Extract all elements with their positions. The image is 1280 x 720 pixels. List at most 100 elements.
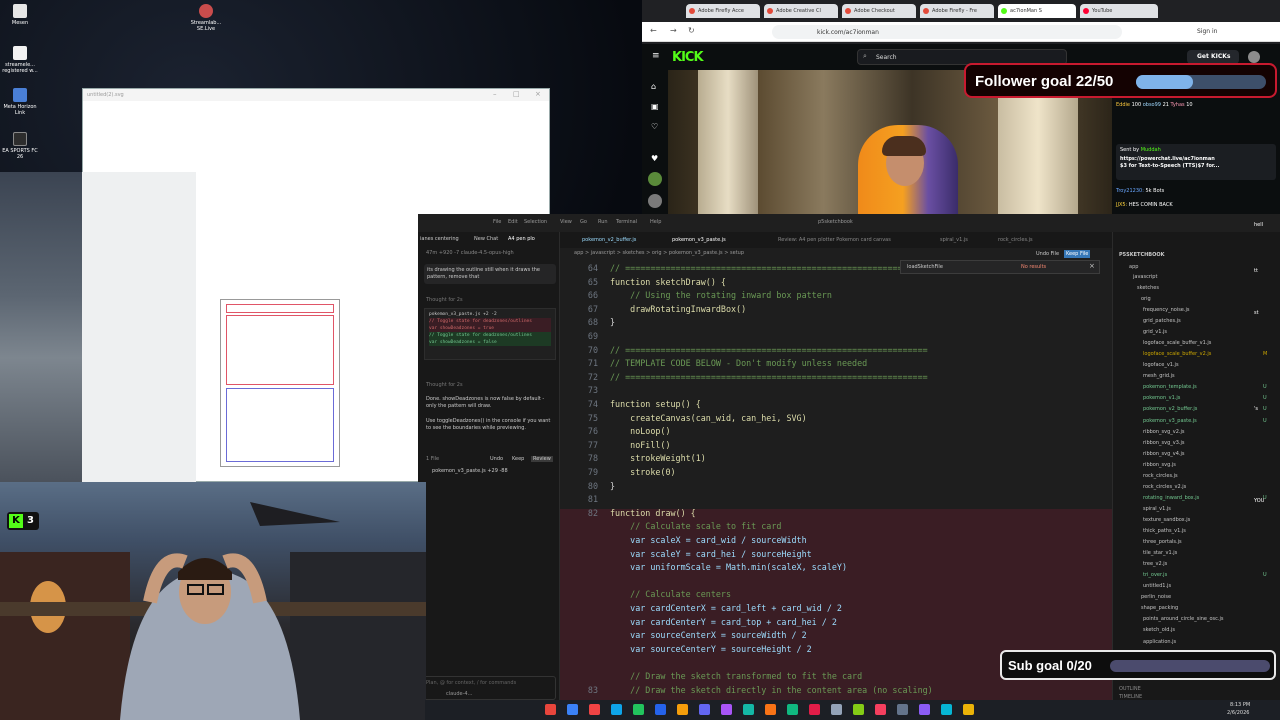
file-item[interactable]: rock_circles.js (1143, 473, 1178, 479)
code-line[interactable]: var sourceCenterY = sourceHeight / 2 (610, 643, 812, 657)
url-input[interactable]: kick.com/ac7ionman (772, 25, 1122, 39)
browser-tab[interactable]: Adobe Firefly - Fre (920, 4, 994, 18)
browser-tab[interactable]: YouTube (1080, 4, 1158, 18)
undo-file-button[interactable]: Undo File (1036, 251, 1059, 257)
heart-icon[interactable]: ♥ (651, 154, 658, 163)
menu-terminal[interactable]: Terminal (616, 219, 637, 225)
folder-item[interactable]: app (1129, 264, 1138, 270)
taskbar-app-icon[interactable] (919, 704, 930, 715)
taskbar-app-icon[interactable] (963, 704, 974, 715)
code-line[interactable]: // =====================================… (610, 262, 928, 276)
file-item[interactable]: application.js (1143, 639, 1176, 645)
review-button[interactable]: Review (531, 456, 553, 462)
taskbar-app-icon[interactable] (765, 704, 776, 715)
file-item[interactable]: grid_v1.js (1143, 329, 1167, 335)
menu-go[interactable]: Go (580, 219, 587, 225)
minimize-icon[interactable]: – (493, 90, 497, 98)
editor-tab-active[interactable]: pokemon_v3_paste.js (672, 237, 726, 243)
undo-button[interactable]: Undo (490, 456, 503, 462)
kick-logo[interactable]: KICK (672, 50, 704, 65)
taskbar-app-icon[interactable] (633, 704, 644, 715)
taskbar-app-icon[interactable] (655, 704, 666, 715)
file-item[interactable]: sketch_old.js (1143, 627, 1175, 633)
code-line[interactable]: function sketchDraw() { (610, 276, 726, 290)
avatar[interactable] (1248, 51, 1260, 63)
code-line[interactable]: // =====================================… (610, 344, 928, 358)
folder-item[interactable]: orig (1141, 296, 1151, 302)
taskbar-app-icon[interactable] (941, 704, 952, 715)
code-line[interactable]: // Calculate centers (610, 588, 731, 602)
file-item[interactable]: logoface_scale_buffer_v1.js (1143, 340, 1211, 346)
menu-help[interactable]: Help (650, 219, 661, 225)
code-line[interactable]: createCanvas(can_wid, can_hei, SVG) (610, 412, 807, 426)
code-line[interactable]: } (610, 480, 615, 494)
window-titlebar[interactable]: untitled(2).svg (83, 89, 549, 101)
file-item[interactable]: thick_paths_v1.js (1143, 528, 1186, 534)
file-item[interactable]: perlin_noise (1141, 594, 1171, 600)
close-icon[interactable]: × (535, 90, 541, 98)
editor-tab[interactable]: rock_circles.js (998, 237, 1033, 243)
model-selector[interactable]: claude-4... (446, 691, 552, 697)
code-line[interactable]: var sourceCenterX = sourceWidth / 2 (610, 629, 807, 643)
taskbar-app-icon[interactable] (897, 704, 908, 715)
reload-icon[interactable]: ↻ (688, 26, 695, 35)
folder-item[interactable]: javascript (1133, 274, 1157, 280)
keep-file-button[interactable]: Keep File (1064, 250, 1091, 258)
file-item[interactable]: ribbon_svg.js (1143, 462, 1176, 468)
file-item[interactable]: rotating_inward_box.js (1143, 495, 1199, 501)
file-item[interactable]: ribbon_svg_v2.js (1143, 429, 1184, 435)
channel-avatar[interactable] (648, 194, 662, 208)
desktop-icon-meta-horizon[interactable]: Meta Horizon Link (0, 88, 40, 116)
browser-tab[interactable]: Adobe Firefly Acce (686, 4, 760, 18)
taskbar-app-icon[interactable] (567, 704, 578, 715)
browser-tab[interactable]: Adobe Creative Cl (764, 4, 838, 18)
taskbar-vscode-icon[interactable] (611, 704, 622, 715)
taskbar-app-icon[interactable] (809, 704, 820, 715)
file-item[interactable]: pokemon_v2_buffer.js (1143, 406, 1197, 412)
code-line[interactable]: // Using the rotating inward box pattern (610, 289, 832, 303)
code-line[interactable]: // Calculate scale to fit card (610, 520, 781, 534)
taskbar-app-icon[interactable] (699, 704, 710, 715)
taskbar-app-icon[interactable] (875, 704, 886, 715)
code-area[interactable]: 64 // ===================================… (560, 258, 1112, 702)
file-item[interactable]: frequency_noise.js (1143, 307, 1189, 313)
file-item[interactable]: ribbon_svg_v3.js (1143, 440, 1184, 446)
code-line[interactable]: var cardCenterY = card_top + card_hei / … (610, 616, 837, 630)
maximize-icon[interactable]: □ (513, 90, 520, 98)
forward-icon[interactable]: → (670, 26, 677, 35)
file-item[interactable]: ribbon_svg_v4.js (1143, 451, 1184, 457)
code-line[interactable]: // Draw the sketch transformed to fit th… (610, 670, 862, 684)
code-line[interactable]: noFill() (610, 439, 670, 453)
file-item[interactable]: pokemon_v1.js (1143, 395, 1180, 401)
taskbar-app-icon[interactable] (545, 704, 556, 715)
file-item[interactable]: tri_over.js (1143, 572, 1167, 578)
chat-input[interactable]: Plan, @ for context, / for commands clau… (422, 676, 556, 700)
get-kicks-button[interactable]: Get KICKs (1187, 50, 1239, 64)
taskbar-app-icon[interactable] (787, 704, 798, 715)
keep-button[interactable]: Keep (512, 456, 524, 462)
file-item[interactable]: spiral_v1.js (1143, 506, 1171, 512)
find-input[interactable]: loadSketchFile (907, 264, 943, 270)
desktop-icon-streamlabs[interactable]: Streamlab... SE.Live (186, 4, 226, 32)
browser-tab[interactable]: Adobe Checkout (842, 4, 916, 18)
menu-edit[interactable]: Edit (508, 219, 518, 225)
file-item[interactable]: tile_star_v1.js (1143, 550, 1177, 556)
taskbar-app-icon[interactable] (721, 704, 732, 715)
editor-tab[interactable]: Review: A4 pen plotter Pokemon card canv… (778, 237, 891, 243)
find-widget[interactable]: loadSketchFile No results × (900, 260, 1100, 274)
sign-in-button[interactable]: Sign in (1197, 28, 1217, 35)
desktop-icon-ea-sports[interactable]: EA SPORTS FC 26 (0, 132, 40, 160)
code-line[interactable]: var scaleY = card_hei / sourceHeight (610, 548, 812, 562)
file-item[interactable]: tree_v2.js (1143, 561, 1167, 567)
file-item[interactable]: mesh_grid.js (1143, 373, 1175, 379)
menu-selection[interactable]: Selection (524, 219, 547, 225)
code-line[interactable]: } (610, 316, 615, 330)
file-item[interactable]: texture_sandbox.js (1143, 517, 1190, 523)
code-line[interactable]: noLoop() (610, 425, 670, 439)
editor-tab[interactable]: pokemon_v2_buffer.js (582, 237, 636, 243)
code-line[interactable]: function draw() { (610, 507, 696, 521)
menu-run[interactable]: Run (598, 219, 608, 225)
breadcrumb[interactable]: app > javascript > sketches > orig > pok… (560, 248, 1112, 258)
code-line[interactable]: // TEMPLATE CODE BELOW - Don't modify un… (610, 357, 867, 371)
agent-tab[interactable]: New Chat (474, 236, 498, 242)
